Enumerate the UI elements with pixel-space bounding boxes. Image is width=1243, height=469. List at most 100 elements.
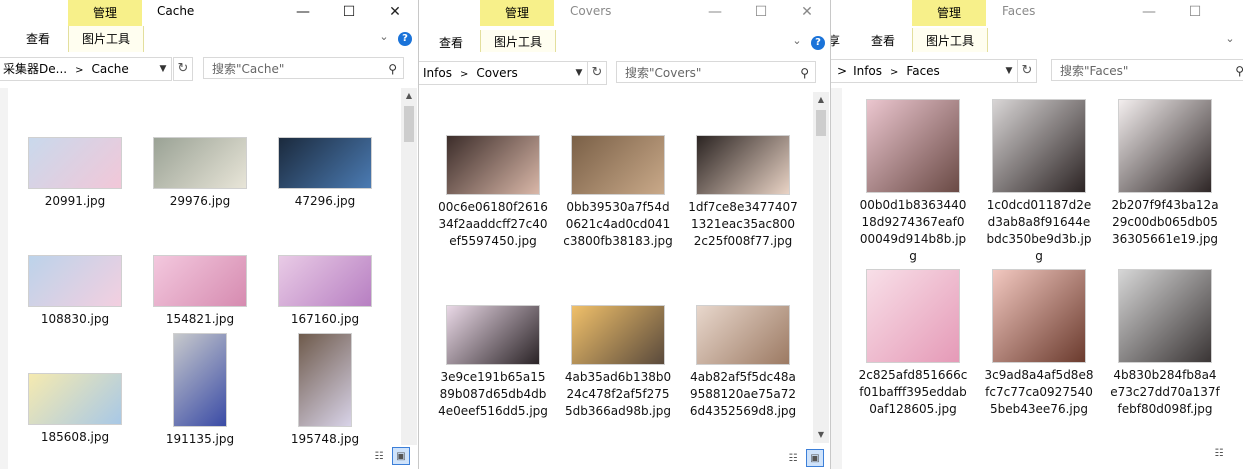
address-bar[interactable]: Infos > Covers ▼: [418, 61, 588, 85]
address-bar[interactable]: 采集器De... > Cache ▼: [0, 57, 172, 81]
help-icon[interactable]: ?: [398, 32, 412, 46]
image-thumbnail[interactable]: [572, 136, 664, 194]
chevron-left-crumb-icon[interactable]: >: [837, 64, 847, 78]
details-view-icon[interactable]: ☷: [784, 450, 802, 468]
image-thumbnail[interactable]: [174, 334, 226, 426]
file-item[interactable]: 2c825afd851666cf01bafff395eddab0af128605…: [858, 270, 968, 418]
file-item[interactable]: 4b830b284fb8a4e73c27dd70a137ffebf80d098f…: [1110, 270, 1220, 418]
tab-picture-tools[interactable]: 图片工具: [68, 26, 144, 52]
maximize-icon[interactable]: ☐: [738, 0, 784, 26]
search-input[interactable]: 搜索"Faces" ⚲: [1051, 59, 1243, 81]
image-thumbnail[interactable]: [1119, 270, 1211, 362]
image-thumbnail[interactable]: [867, 100, 959, 192]
chevron-right-icon[interactable]: >: [75, 65, 83, 76]
breadcrumb-parent[interactable]: Infos: [423, 66, 452, 80]
file-item[interactable]: 00c6e06180f261634f2aaddcff27c40ef5597450…: [438, 136, 548, 250]
manage-tab[interactable]: 管理: [912, 0, 986, 26]
refresh-icon[interactable]: ↻: [173, 57, 193, 81]
help-icon[interactable]: ?: [811, 36, 825, 50]
image-thumbnail[interactable]: [867, 270, 959, 362]
vertical-scrollbar[interactable]: ▲ ▼: [813, 92, 829, 443]
file-item[interactable]: 3c9ad8a4af5d8e8fc7c77ca09275405beb43ee76…: [984, 270, 1094, 418]
image-thumbnail[interactable]: [299, 334, 351, 426]
breadcrumb-current[interactable]: Faces: [906, 64, 939, 78]
file-item[interactable]: 00b0d1b836344018d9274367eaf000049d914b8b…: [858, 100, 968, 265]
image-thumbnail[interactable]: [993, 270, 1085, 362]
scroll-thumb[interactable]: [816, 110, 826, 136]
large-icons-view-icon[interactable]: ▣: [806, 449, 824, 467]
file-item[interactable]: 191135.jpg: [145, 334, 255, 448]
close-icon[interactable]: ✕: [372, 0, 418, 26]
address-bar[interactable]: > Infos > Faces ▼: [830, 59, 1018, 83]
scroll-down-icon[interactable]: ▼: [813, 427, 829, 443]
file-item[interactable]: 185608.jpg: [20, 374, 130, 446]
tab-view[interactable]: 查看: [439, 30, 463, 56]
tab-view[interactable]: 查看: [26, 26, 50, 52]
details-view-icon[interactable]: ☷: [370, 448, 388, 466]
minimize-icon[interactable]: —: [280, 0, 326, 26]
file-item[interactable]: 4ab82af5f5dc48a9588120ae75a726d4352569d8…: [688, 306, 798, 420]
search-input[interactable]: 搜索"Cache" ⚲: [203, 57, 404, 79]
file-grid: 20991.jpg 29976.jpg 47296.jpg 108830.jpg 154…: [0, 88, 418, 469]
image-thumbnail[interactable]: [993, 100, 1085, 192]
chevron-right-icon[interactable]: >: [460, 69, 468, 80]
maximize-icon[interactable]: ☐: [1172, 0, 1218, 26]
file-item[interactable]: 4ab35ad6b138b024c478f2af5f2755db366ad98b…: [563, 306, 673, 420]
image-thumbnail[interactable]: [697, 306, 789, 364]
tab-share[interactable]: 享: [830, 28, 840, 54]
image-thumbnail[interactable]: [29, 138, 121, 188]
scroll-up-icon[interactable]: ▲: [813, 92, 829, 108]
manage-tab[interactable]: 管理: [480, 0, 554, 26]
minimize-icon[interactable]: —: [692, 0, 738, 26]
scroll-thumb[interactable]: [404, 106, 414, 142]
chevron-down-icon[interactable]: ⌄: [1223, 32, 1237, 46]
chevron-right-icon[interactable]: >: [890, 67, 898, 78]
minimize-icon[interactable]: —: [1126, 0, 1172, 26]
large-icons-view-icon[interactable]: ▣: [392, 447, 410, 465]
maximize-icon[interactable]: ☐: [326, 0, 372, 26]
image-thumbnail[interactable]: [279, 256, 371, 306]
file-item[interactable]: 0bb39530a7f54d0621c4ad0cd041c3800fb38183…: [563, 136, 673, 250]
tab-view[interactable]: 查看: [871, 28, 895, 54]
chevron-down-icon[interactable]: ⌄: [790, 34, 804, 48]
breadcrumb-parent[interactable]: 采集器De...: [3, 62, 67, 76]
file-item[interactable]: 1c0dcd01187d2ed3ab8a8f91644ebdc350be9d3b…: [984, 100, 1094, 265]
dropdown-arrow-icon[interactable]: ▼: [155, 58, 171, 80]
dropdown-arrow-icon[interactable]: ▼: [571, 62, 587, 84]
file-item[interactable]: 167160.jpg: [270, 256, 380, 328]
file-item[interactable]: 1df7ce8e34774071321eac35ac8002c25f008f77…: [688, 136, 798, 250]
search-input[interactable]: 搜索"Covers" ⚲: [616, 61, 816, 83]
image-thumbnail[interactable]: [29, 374, 121, 424]
image-thumbnail[interactable]: [154, 256, 246, 306]
file-item[interactable]: 154821.jpg: [145, 256, 255, 328]
image-thumbnail[interactable]: [1119, 100, 1211, 192]
image-thumbnail[interactable]: [572, 306, 664, 364]
image-thumbnail[interactable]: [279, 138, 371, 188]
refresh-icon[interactable]: ↻: [1017, 59, 1037, 83]
file-item[interactable]: 29976.jpg: [145, 138, 255, 210]
image-thumbnail[interactable]: [447, 136, 539, 194]
file-item[interactable]: 3e9ce191b65a1589b087d65db4db4e0eef516dd5…: [438, 306, 548, 420]
image-thumbnail[interactable]: [154, 138, 246, 188]
image-thumbnail[interactable]: [697, 136, 789, 194]
file-item[interactable]: 108830.jpg: [20, 256, 130, 328]
vertical-scrollbar[interactable]: ▲: [401, 88, 417, 445]
tab-picture-tools[interactable]: 图片工具: [480, 30, 556, 52]
chevron-down-icon[interactable]: ⌄: [377, 30, 391, 44]
manage-tab[interactable]: 管理: [68, 0, 142, 26]
dropdown-arrow-icon[interactable]: ▼: [1001, 60, 1017, 82]
breadcrumb-current[interactable]: Covers: [476, 66, 517, 80]
scroll-up-icon[interactable]: ▲: [401, 88, 417, 104]
image-thumbnail[interactable]: [447, 306, 539, 364]
file-item[interactable]: 20991.jpg: [20, 138, 130, 210]
breadcrumb-parent[interactable]: Infos: [853, 64, 882, 78]
file-item[interactable]: 47296.jpg: [270, 138, 380, 210]
file-item[interactable]: 2b207f9f43ba12a29c00db065db0536305661e19…: [1110, 100, 1220, 248]
tab-picture-tools[interactable]: 图片工具: [912, 28, 988, 52]
image-thumbnail[interactable]: [29, 256, 121, 306]
details-view-icon[interactable]: ☷: [1210, 445, 1228, 463]
refresh-icon[interactable]: ↻: [587, 61, 607, 85]
close-icon[interactable]: ✕: [784, 0, 830, 26]
breadcrumb-current[interactable]: Cache: [91, 62, 128, 76]
file-item[interactable]: 195748.jpg: [270, 334, 380, 448]
